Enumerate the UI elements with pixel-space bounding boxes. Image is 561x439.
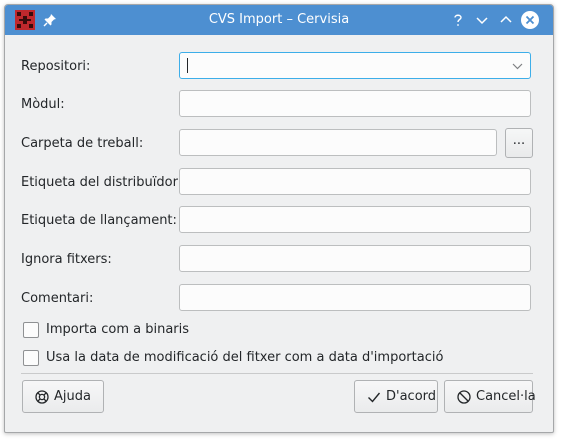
release-tag-label: Etiqueta de llançament: <box>21 213 177 228</box>
module-input[interactable] <box>179 90 531 117</box>
ok-button-label: D'acord <box>386 389 437 404</box>
chevron-down-icon[interactable] <box>473 11 491 29</box>
titlebar[interactable]: CVS Import – Cervisia <box>5 5 553 35</box>
vendor-tag-label: Etiqueta del distribuïdor: <box>21 175 183 190</box>
working-folder-label: Carpeta de treball: <box>21 136 144 151</box>
chevron-down-icon[interactable] <box>512 62 523 70</box>
use-file-date-checkbox[interactable] <box>23 350 39 366</box>
cvs-import-dialog: CVS Import – Cervisia Repositori: Mòdul:… <box>4 4 554 433</box>
help-button[interactable]: Ajuda <box>22 380 104 413</box>
import-binary-label[interactable]: Importa com a binaris <box>46 322 189 337</box>
chevron-up-icon[interactable] <box>497 11 515 29</box>
close-icon[interactable] <box>521 11 539 29</box>
release-tag-input[interactable] <box>179 206 531 233</box>
text-cursor <box>187 58 188 73</box>
ignore-files-input[interactable] <box>179 245 531 272</box>
lifebuoy-icon <box>35 390 49 404</box>
use-file-date-label[interactable]: Usa la data de modificació del fitxer co… <box>46 350 443 365</box>
help-button-label: Ajuda <box>54 389 91 404</box>
dialog-content: Repositori: Mòdul: Carpeta de treball: .… <box>5 35 553 432</box>
comment-label: Comentari: <box>21 291 94 306</box>
repository-combobox[interactable] <box>179 52 531 79</box>
cancel-button[interactable]: Cancel·la <box>444 380 536 413</box>
ok-button[interactable]: D'acord <box>354 380 438 413</box>
module-label: Mòdul: <box>21 97 65 112</box>
repository-label: Repositori: <box>21 59 91 74</box>
comment-input[interactable] <box>179 284 531 311</box>
cancel-button-label: Cancel·la <box>476 389 536 404</box>
help-question-icon[interactable] <box>449 11 467 29</box>
checkmark-icon <box>368 392 381 403</box>
import-binary-checkbox[interactable] <box>23 322 39 338</box>
browse-button[interactable]: ... <box>505 128 533 158</box>
vendor-tag-input[interactable] <box>179 168 531 195</box>
ignore-files-label: Ignora fitxers: <box>21 252 112 267</box>
separator <box>21 373 533 374</box>
working-folder-input[interactable] <box>179 129 497 156</box>
window-title: CVS Import – Cervisia <box>208 12 350 27</box>
cancel-circle-icon <box>457 390 471 404</box>
